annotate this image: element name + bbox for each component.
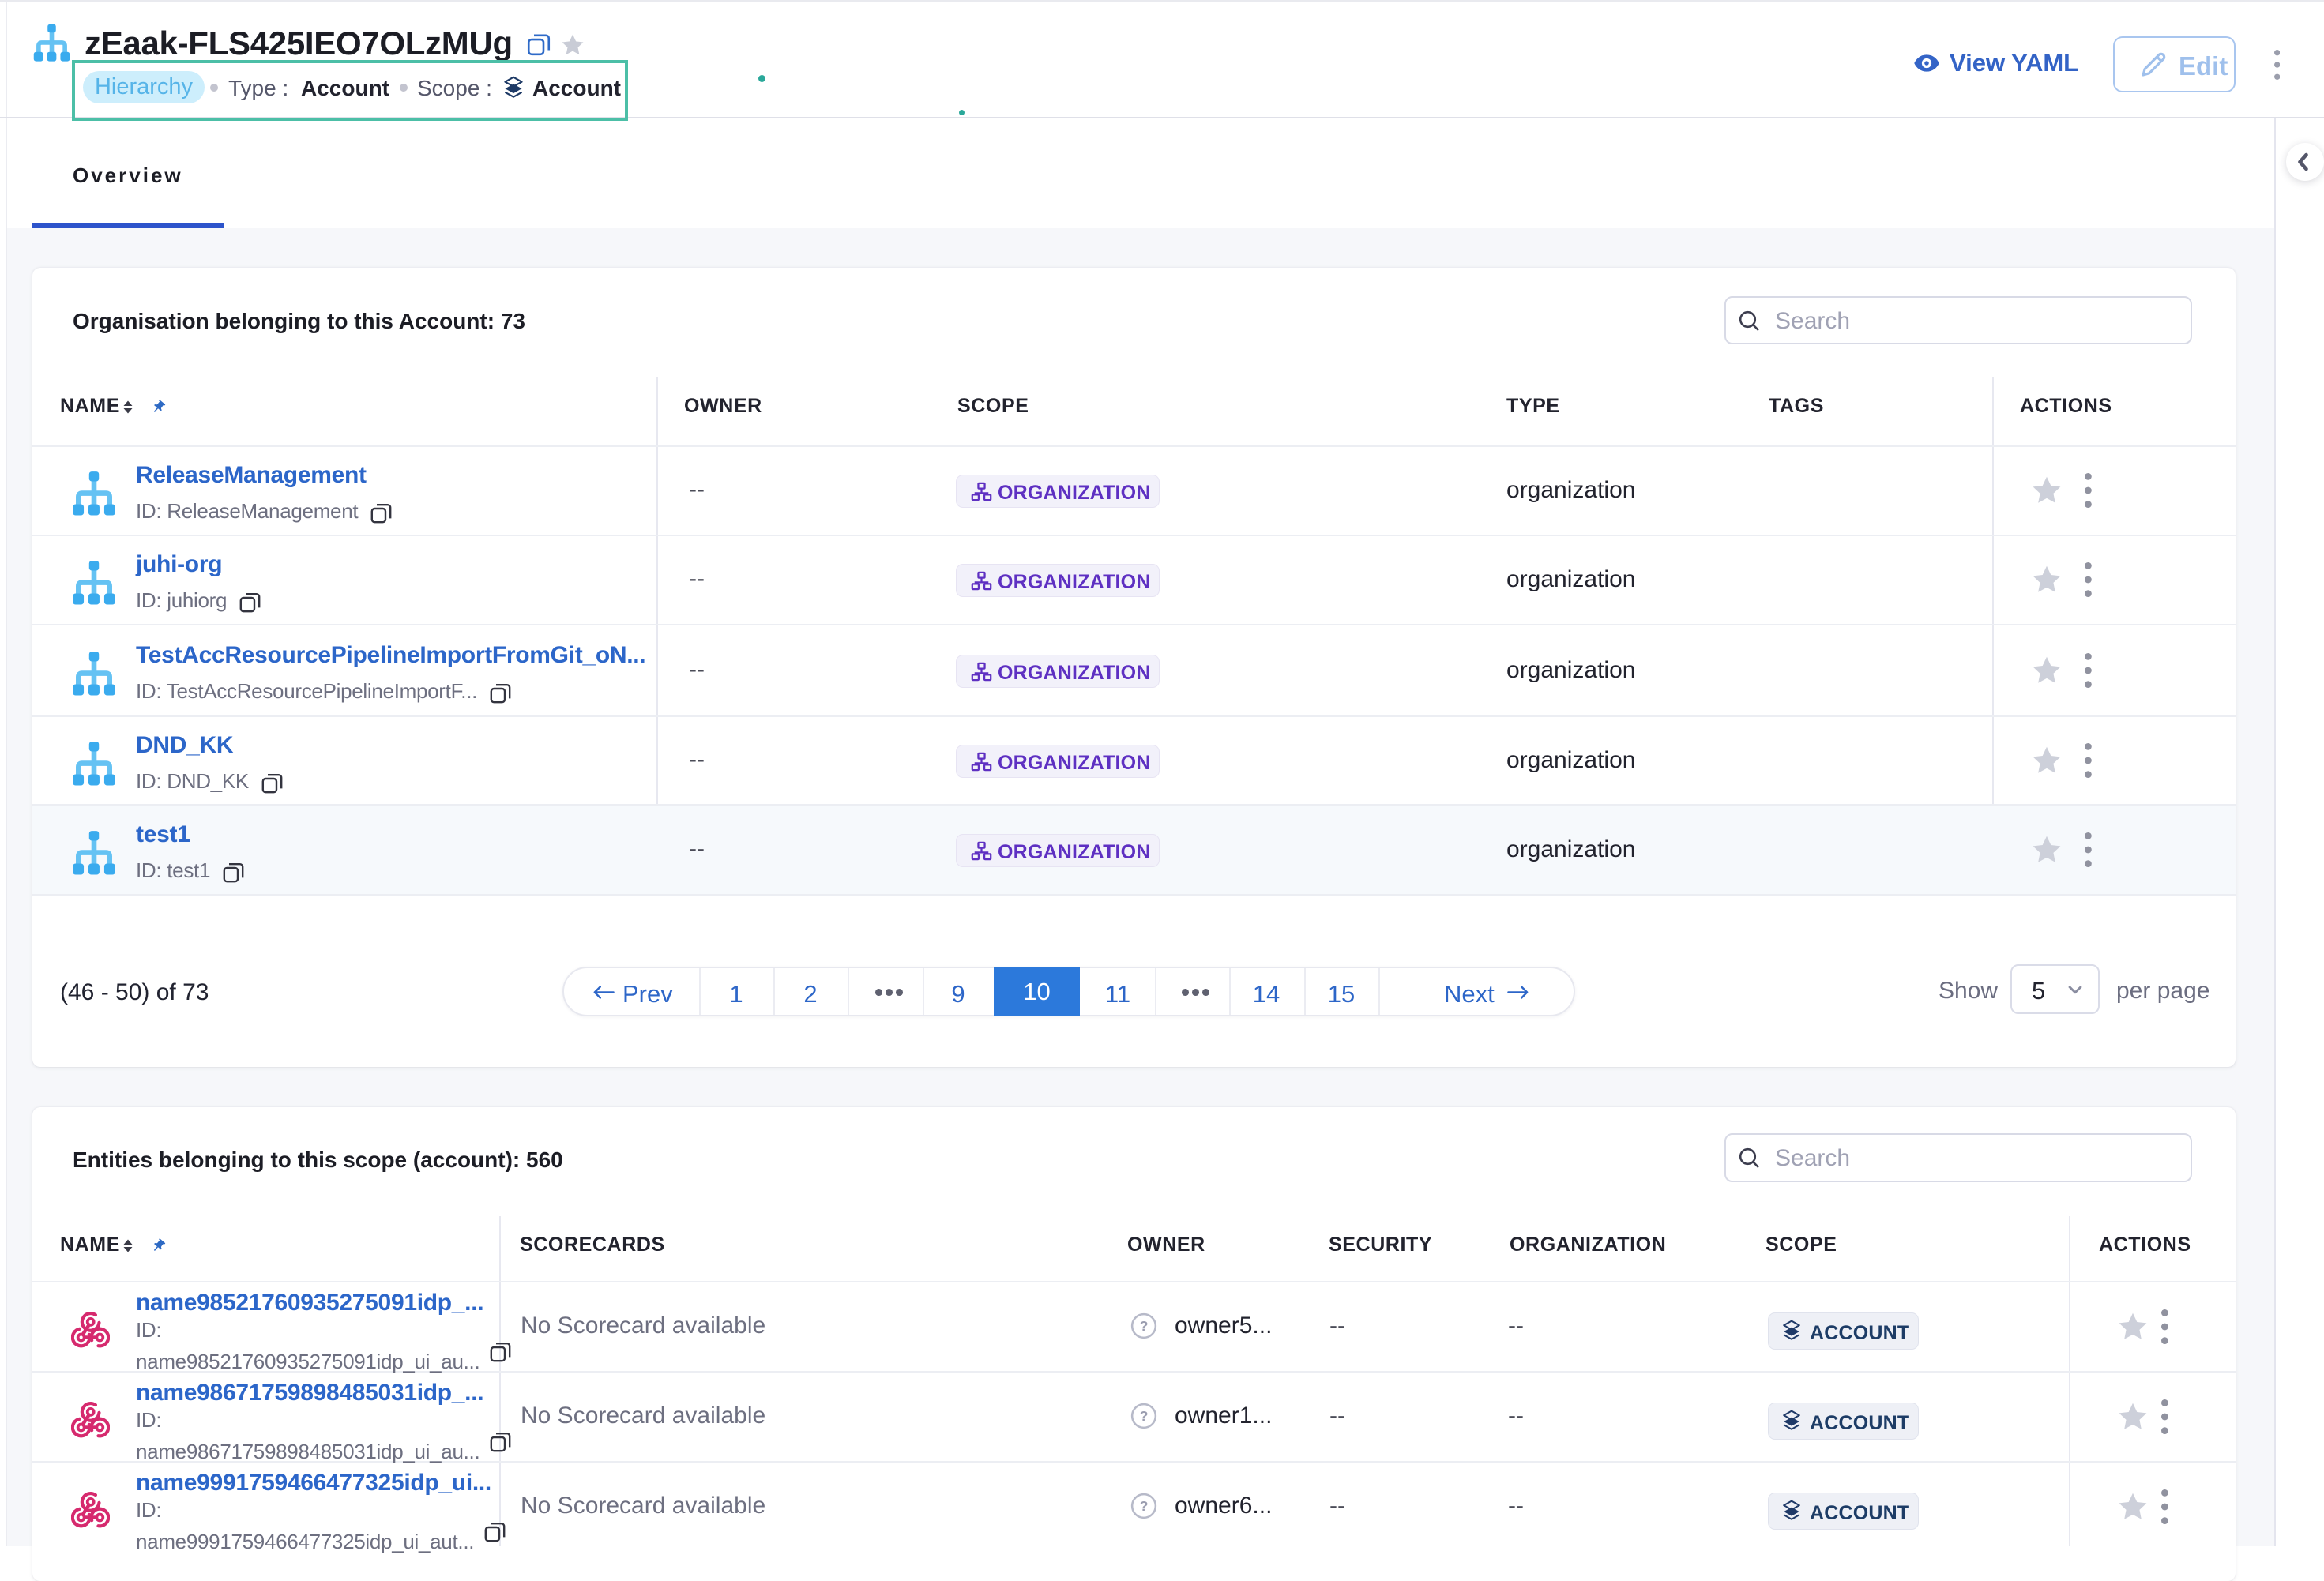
svg-text:?: ? <box>1140 1318 1149 1334</box>
svg-text:?: ? <box>1140 1498 1149 1514</box>
svg-text:?: ? <box>1140 1408 1149 1424</box>
